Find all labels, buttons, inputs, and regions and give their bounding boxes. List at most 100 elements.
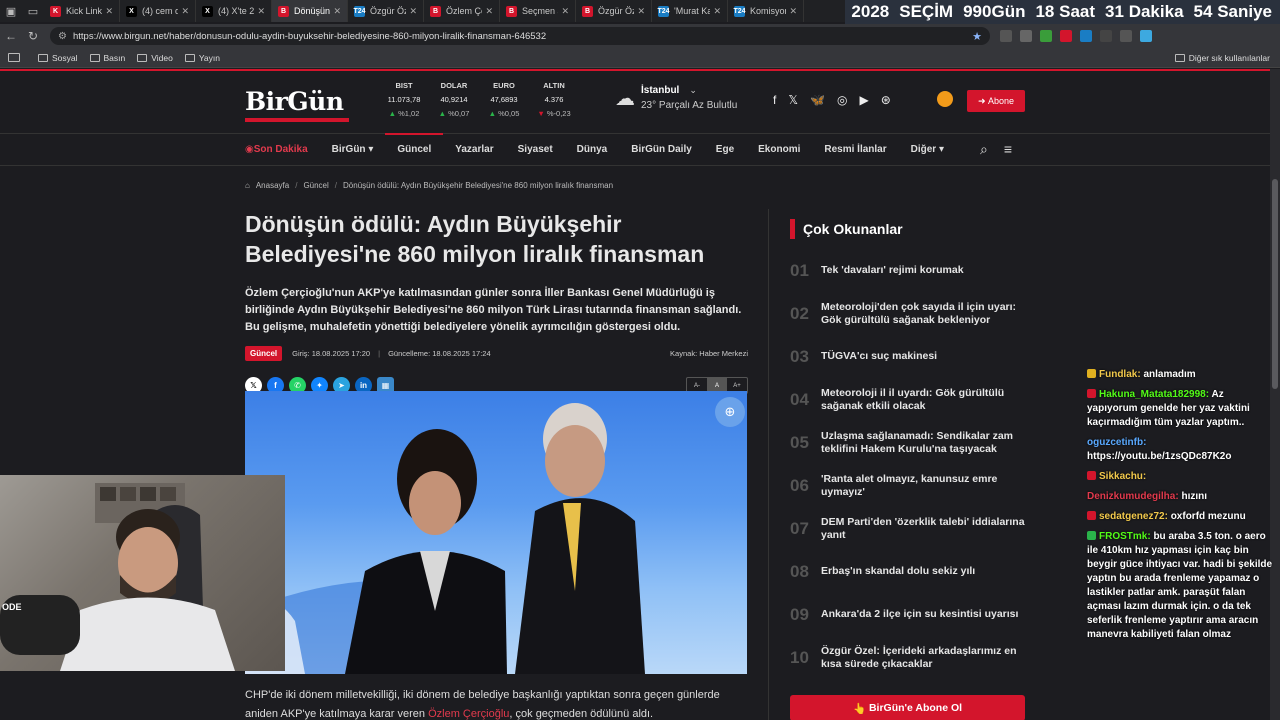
home-icon[interactable]: ⌂ <box>245 181 250 190</box>
most-read-headline[interactable]: Özgür Özel: İçerideki arkadaşlarımız en … <box>821 645 1026 671</box>
nav-item[interactable]: ◉ Son Dakika <box>245 134 320 165</box>
tab-close-icon[interactable]: ✕ <box>105 6 113 17</box>
nav-item[interactable]: Yazarlar <box>443 134 505 165</box>
most-read-item[interactable]: 02 Meteoroloji'den çok sayıda il için uya… <box>790 292 1030 335</box>
nav-item[interactable]: Güncel <box>385 133 444 165</box>
birgun-subscribe-button[interactable]: 👆 BirGün'e Abone Ol <box>790 695 1025 720</box>
most-read-item[interactable]: 03 TÜGVA'cı suç makinesi <box>790 335 1030 378</box>
reload-icon[interactable]: ↻ <box>22 29 44 43</box>
search-icon[interactable]: ⌕ <box>980 141 988 158</box>
most-read-item[interactable]: 07 DEM Parti'den 'özerklik talebi' iddial… <box>790 507 1030 550</box>
bookmark-folder[interactable]: Yayın <box>184 53 220 63</box>
tab-close-icon[interactable]: ✕ <box>409 6 417 17</box>
tab-overview-icon[interactable]: ▭ <box>22 0 44 22</box>
tab-close-icon[interactable]: ✕ <box>713 6 721 17</box>
most-read-item[interactable]: 05 Uzlaşma sağlanamadı: Sendikalar zam te… <box>790 421 1030 464</box>
nav-item[interactable]: Resmi İlanlar <box>812 134 898 165</box>
bookmark-folder[interactable]: Sosyal <box>38 53 78 63</box>
tab-close-icon[interactable]: ✕ <box>333 6 341 17</box>
window-menu-icon[interactable]: ▣ <box>0 0 22 22</box>
most-read-headline[interactable]: Meteoroloji'den çok sayıda il için uyarı… <box>821 301 1026 327</box>
copilot-icon[interactable] <box>1140 30 1152 42</box>
breadcrumb-home[interactable]: Anasayfa <box>256 181 289 190</box>
most-read-item[interactable]: 01 Tek 'davaları' rejimi korumak <box>790 249 1030 292</box>
browser-tab[interactable]: T24 Komisyon ✕ <box>728 0 804 22</box>
market-item[interactable]: EURO 47,6893 ▲ %0,05 <box>485 81 523 118</box>
other-bookmarks[interactable]: Diğer sık kullanılanlar <box>1174 53 1270 63</box>
browser-tab[interactable]: B Özlem Çe ✕ <box>424 0 500 22</box>
nav-item[interactable]: BirGün ▾ <box>320 134 386 165</box>
most-read-headline[interactable]: Ankara'da 2 ilçe için su kesintisi uyarı… <box>821 608 1026 621</box>
most-read-item[interactable]: 04 Meteoroloji il il uyardı: Gök gürültül… <box>790 378 1030 421</box>
browser-tab[interactable]: X (4) X'te 2 ✕ <box>196 0 272 22</box>
url-text[interactable]: https://www.birgun.net/haber/donusun-odu… <box>73 31 966 42</box>
tab-close-icon[interactable]: ✕ <box>637 6 645 17</box>
most-read-item[interactable]: 08 Erbaş'ın skandal dolu sekiz yılı <box>790 550 1030 593</box>
extension-icon[interactable] <box>1040 30 1052 42</box>
most-read-headline[interactable]: Uzlaşma sağlanamadı: Sendikalar zam tekl… <box>821 430 1026 456</box>
instagram-icon[interactable]: ◎ <box>837 93 847 107</box>
browser-tab[interactable]: B Dönüşün ✕ <box>272 0 348 22</box>
bookmark-star-icon[interactable]: ★ <box>972 30 982 43</box>
youtube-icon[interactable]: ▶ <box>859 93 868 107</box>
weather-widget[interactable]: ☁ İstanbul ⌄ 23° Parçalı Az Bulutlu <box>615 85 737 111</box>
most-read-headline[interactable]: TÜGVA'cı suç makinesi <box>821 350 1026 363</box>
bluesky-icon[interactable]: 🦋 <box>810 93 825 107</box>
most-read-headline[interactable]: 'Ranta alet olmayız, kanunsuz emre uymay… <box>821 473 1026 499</box>
theme-toggle-icon[interactable] <box>937 91 953 107</box>
tab-close-icon[interactable]: ✕ <box>485 6 493 17</box>
most-read-item[interactable]: 09 Ankara'da 2 ilçe için su kesintisi uya… <box>790 593 1030 636</box>
puzzle-icon[interactable] <box>1100 30 1112 42</box>
back-icon[interactable]: ← <box>0 29 22 43</box>
nav-item[interactable]: Ekonomi <box>746 134 812 165</box>
most-read-headline[interactable]: Meteoroloji il il uyardı: Gök gürültülü … <box>821 387 1026 413</box>
article-photo[interactable]: ⊕ <box>245 391 747 674</box>
hamburger-menu-icon[interactable]: ≡ <box>1004 141 1012 158</box>
breadcrumb-section[interactable]: Güncel <box>303 181 328 190</box>
most-read-headline[interactable]: Erbaş'ın skandal dolu sekiz yılı <box>821 565 1026 578</box>
most-read-item[interactable]: 10 Özgür Özel: İçerideki arkadaşlarımız e… <box>790 636 1030 679</box>
nav-item[interactable]: BirGün Daily <box>619 134 704 165</box>
cercioglu-link[interactable]: Özlem Çerçioğlu <box>428 708 509 720</box>
bookmark-folder[interactable]: Basın <box>89 53 125 63</box>
facebook-icon[interactable]: f <box>773 93 776 107</box>
market-item[interactable]: BIST 11.073,78 ▲ %1,02 <box>385 81 423 118</box>
url-bar[interactable]: ⚙ https://www.birgun.net/haber/donusun-o… <box>50 27 990 45</box>
market-item[interactable]: ALTIN 4.376 ▼ %-0,23 <box>535 81 573 118</box>
tab-close-icon[interactable]: ✕ <box>789 6 797 17</box>
extension-icon[interactable] <box>1020 30 1032 42</box>
site-info-icon[interactable]: ⚙ <box>58 31 67 42</box>
bookmark-folder[interactable]: Video <box>137 53 173 63</box>
nav-item[interactable]: Dünya <box>565 134 620 165</box>
zoom-in-icon[interactable]: ⊕ <box>715 397 745 427</box>
nav-item[interactable]: Ege <box>704 134 746 165</box>
column-divider <box>768 209 769 720</box>
extension-icon[interactable] <box>1060 30 1072 42</box>
profile-avatar[interactable] <box>1120 30 1132 42</box>
most-read-headline[interactable]: DEM Parti'den 'özerklik talebi' iddialar… <box>821 516 1026 542</box>
rss-icon[interactable]: ⊛ <box>881 93 891 107</box>
browser-tab[interactable]: X (4) cem d ✕ <box>120 0 196 22</box>
browser-tab[interactable]: K Kick Link ✕ <box>44 0 120 22</box>
chevron-down-icon[interactable]: ⌄ <box>689 85 697 96</box>
browser-tab[interactable]: B Özgür Öz ✕ <box>576 0 652 22</box>
most-read-headline[interactable]: Tek 'davaları' rejimi korumak <box>821 264 1026 277</box>
scrollbar-thumb[interactable] <box>1272 179 1278 389</box>
tab-close-icon[interactable]: ✕ <box>257 6 265 17</box>
category-badge[interactable]: Güncel <box>245 346 283 361</box>
market-item[interactable]: DOLAR 40,9214 ▲ %0,07 <box>435 81 473 118</box>
bookmark-icon[interactable] <box>8 53 24 62</box>
browser-tab[interactable]: B Seçmen a✕ <box>500 0 576 22</box>
tab-close-icon[interactable]: ✕ <box>181 6 189 17</box>
site-logo[interactable]: BirGün <box>245 87 349 122</box>
browser-tab[interactable]: T24 'Murat Ka ✕ <box>652 0 728 22</box>
extension-icon[interactable] <box>1080 30 1092 42</box>
most-read-item[interactable]: 06 'Ranta alet olmayız, kanunsuz emre uym… <box>790 464 1030 507</box>
extension-icon[interactable] <box>1000 30 1012 42</box>
nav-item[interactable]: Siyaset <box>506 134 565 165</box>
x-icon[interactable]: 𝕏 <box>788 93 798 107</box>
subscribe-button[interactable]: ➜ Abone <box>967 90 1025 112</box>
browser-tab[interactable]: T24 Özgür Öz ✕ <box>348 0 424 22</box>
tab-close-icon[interactable]: ✕ <box>561 6 569 17</box>
nav-item[interactable]: Diğer ▾ <box>899 134 956 165</box>
